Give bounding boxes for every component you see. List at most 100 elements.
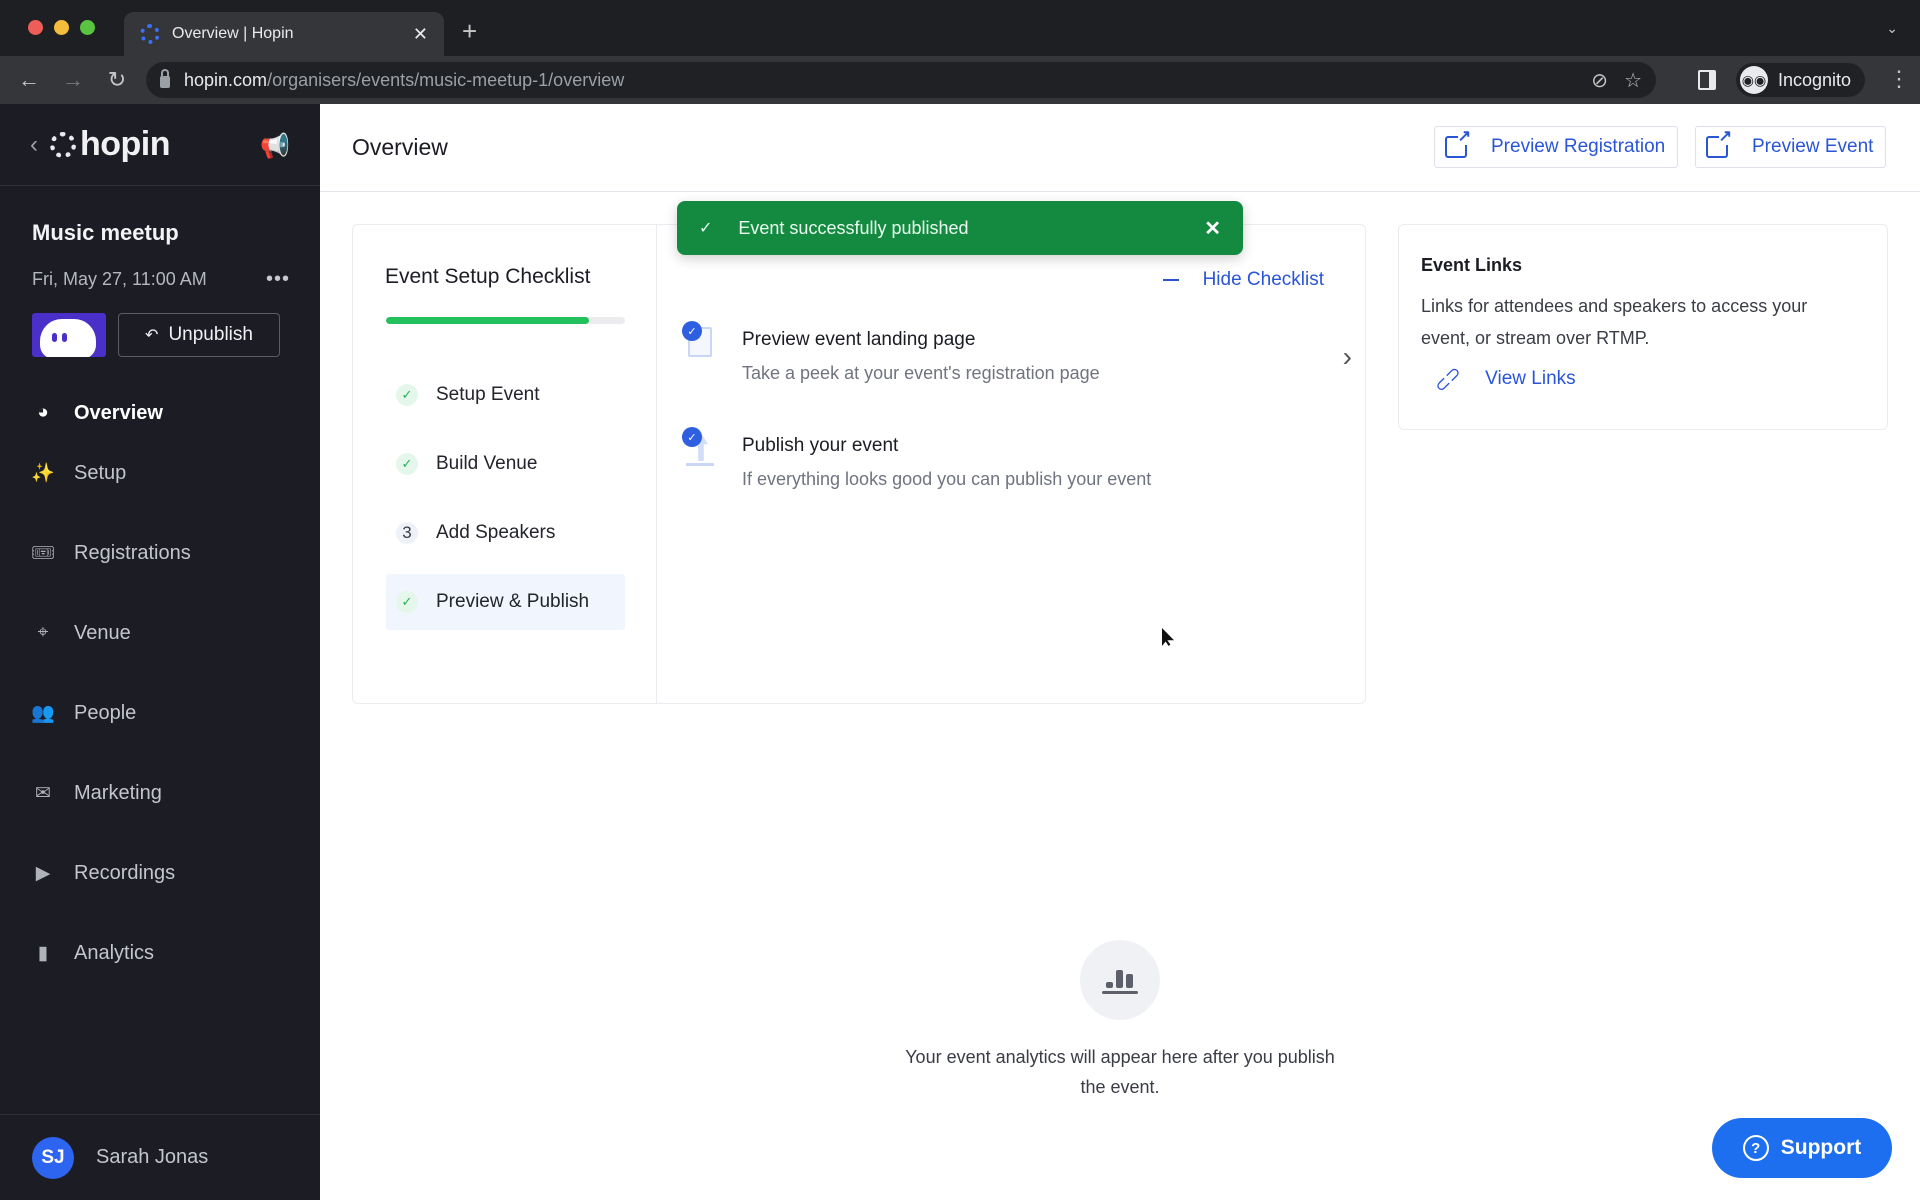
sidebar-item-label: Marketing: [74, 781, 162, 804]
page-title: Overview: [352, 134, 448, 160]
people-icon: 👥: [31, 703, 55, 724]
incognito-label: Incognito: [1778, 69, 1852, 90]
sidebar-item-label: Venue: [74, 621, 131, 644]
chevron-right-icon[interactable]: ›: [1343, 341, 1352, 373]
reload-icon[interactable]: ↻: [102, 67, 132, 93]
back-arrow-icon[interactable]: ←: [14, 67, 44, 93]
url-host: hopin.com: [184, 69, 268, 90]
preview-registration-label: Preview Registration: [1491, 136, 1666, 157]
incognito-profile-button[interactable]: ◉◉ Incognito: [1736, 63, 1866, 97]
event-links-card: Event Links Links for attendees and spea…: [1398, 224, 1888, 430]
step-number: 3: [396, 522, 418, 544]
toast-message: Event successfully published: [738, 217, 969, 238]
tab-title: Overview | Hopin: [172, 25, 294, 42]
window-minimize-button[interactable]: [54, 20, 69, 35]
check-icon: ✓: [396, 591, 418, 613]
progress-fill: [386, 317, 590, 324]
event-setup-checklist: Event Setup Checklist ✓ Setup Event ✓ Bu…: [352, 224, 1366, 704]
incognito-icon: ◉◉: [1740, 66, 1768, 94]
event-date-row: Fri, May 27, 11:00 AM •••: [32, 268, 290, 291]
window-close-button[interactable]: [28, 20, 43, 35]
success-toast: ✓ Event successfully published ✕: [677, 201, 1243, 255]
forward-arrow-icon[interactable]: →: [58, 67, 88, 93]
tab-search-chevron-icon[interactable]: ⌄: [1886, 20, 1898, 37]
map-pin-icon: ⌖: [37, 622, 49, 643]
analytics-icon-circle: [1080, 940, 1160, 1020]
sidebar-item-people[interactable]: 👥 People: [0, 673, 320, 753]
analytics-empty-text: Your event analytics will appear here af…: [905, 1047, 1335, 1097]
hopin-logo[interactable]: hopin: [50, 125, 171, 164]
checklist-title: Event Setup Checklist: [385, 265, 591, 288]
external-link-icon: [1706, 129, 1732, 158]
hopin-logo-mark-icon: [50, 131, 76, 158]
bookmark-star-icon[interactable]: ☆: [1624, 68, 1642, 93]
bar-chart-icon: ▮: [37, 942, 49, 964]
sidebar-item-analytics[interactable]: ▮ Analytics: [0, 913, 320, 993]
event-thumbnail[interactable]: [32, 313, 106, 357]
check-icon: ✓: [396, 384, 418, 406]
minus-icon: [1162, 279, 1179, 281]
sidebar-item-label: Analytics: [74, 941, 155, 964]
sidebar-header: ‹ hopin 📢: [0, 104, 320, 186]
upload-icon: ✓: [682, 427, 716, 467]
step-setup-event[interactable]: ✓ Setup Event: [386, 367, 625, 423]
check-icon: ✓: [396, 453, 418, 475]
side-panel-icon[interactable]: [1698, 70, 1716, 90]
sidebar-item-recordings[interactable]: ▶ Recordings: [0, 833, 320, 913]
close-icon[interactable]: ✕: [1204, 216, 1221, 241]
task-description: Take a peek at your event's registration…: [742, 363, 1100, 383]
checklist-tasks-panel: Hide Checklist ✓ Preview event landing p…: [658, 225, 1366, 703]
browser-toolbar: ← → ↻ hopin.com/organisers/events/music-…: [0, 56, 1920, 104]
hide-checklist-label: Hide Checklist: [1202, 269, 1324, 290]
browser-menu-icon[interactable]: ⋮: [1888, 66, 1910, 92]
preview-event-button[interactable]: Preview Event: [1695, 126, 1887, 168]
preview-registration-button[interactable]: Preview Registration: [1434, 126, 1679, 168]
unpublish-button[interactable]: ↶ Unpublish: [118, 313, 280, 357]
hide-checklist-button[interactable]: Hide Checklist: [1162, 269, 1324, 291]
step-build-venue[interactable]: ✓ Build Venue: [386, 436, 625, 492]
ticket-icon: 🎟: [30, 543, 56, 564]
hopin-favicon-icon: [140, 24, 160, 44]
eye-off-icon[interactable]: ⊘: [1591, 68, 1608, 93]
event-actions: ↶ Unpublish: [32, 313, 320, 357]
task-description: If everything looks good you can publish…: [742, 469, 1152, 489]
sidebar-item-overview[interactable]: ◕ Overview: [0, 393, 320, 433]
checklist-steps: ✓ Setup Event ✓ Build Venue 3 Add Speake…: [386, 367, 625, 643]
sidebar-item-registrations[interactable]: 🎟 Registrations: [0, 513, 320, 593]
sidebar-item-venue[interactable]: ⌖ Venue: [0, 593, 320, 673]
sidebar-item-label: Recordings: [74, 861, 176, 884]
event-links-description: Links for attendees and speakers to acce…: [1421, 296, 1808, 348]
new-tab-button[interactable]: +: [462, 16, 477, 47]
preview-event-label: Preview Event: [1752, 136, 1874, 157]
address-bar[interactable]: hopin.com/organisers/events/music-meetup…: [146, 62, 1656, 98]
task-title: Publish your event: [742, 435, 899, 456]
browser-tab[interactable]: Overview | Hopin ✕: [124, 12, 444, 56]
video-icon: ▶: [35, 862, 51, 884]
logo-text: hopin: [80, 125, 171, 163]
pie-chart-icon: ◕: [37, 402, 49, 423]
step-label: Preview & Publish: [436, 591, 590, 612]
browser-tab-bar: Overview | Hopin ✕ + ⌄: [0, 0, 1920, 56]
step-preview-publish[interactable]: ✓ Preview & Publish: [386, 574, 625, 630]
tab-close-icon[interactable]: ✕: [413, 24, 428, 45]
sidebar-item-setup[interactable]: ✨ Setup: [0, 433, 320, 513]
support-button[interactable]: ? Support: [1712, 1118, 1892, 1178]
window-maximize-button[interactable]: [80, 20, 95, 35]
event-date: Fri, May 27, 11:00 AM: [32, 269, 207, 289]
checklist-progress-bar: [386, 317, 625, 324]
checked-icon: ✓: [682, 321, 702, 341]
sidebar-item-marketing[interactable]: ✉ Marketing: [0, 753, 320, 833]
checklist-steps-panel: Event Setup Checklist ✓ Setup Event ✓ Bu…: [353, 225, 657, 703]
task-publish-event[interactable]: ✓ Publish your event If everything looks…: [682, 427, 1352, 490]
event-name: Music meetup: [32, 220, 179, 245]
more-options-icon[interactable]: •••: [266, 268, 290, 291]
user-profile[interactable]: SJ Sarah Jonas: [0, 1114, 320, 1200]
megaphone-icon[interactable]: 📢: [260, 132, 290, 161]
step-add-speakers[interactable]: 3 Add Speakers: [386, 505, 625, 561]
sidebar-item-label: Setup: [74, 461, 127, 484]
task-preview-landing-page[interactable]: ✓ Preview event landing page Take a peek…: [682, 321, 1352, 384]
back-chevron-icon[interactable]: ‹: [30, 131, 38, 159]
external-link-icon: [1445, 129, 1471, 158]
view-links-button[interactable]: ⊂⊃ View Links: [1421, 361, 1887, 396]
unpublish-label: Unpublish: [168, 324, 253, 345]
